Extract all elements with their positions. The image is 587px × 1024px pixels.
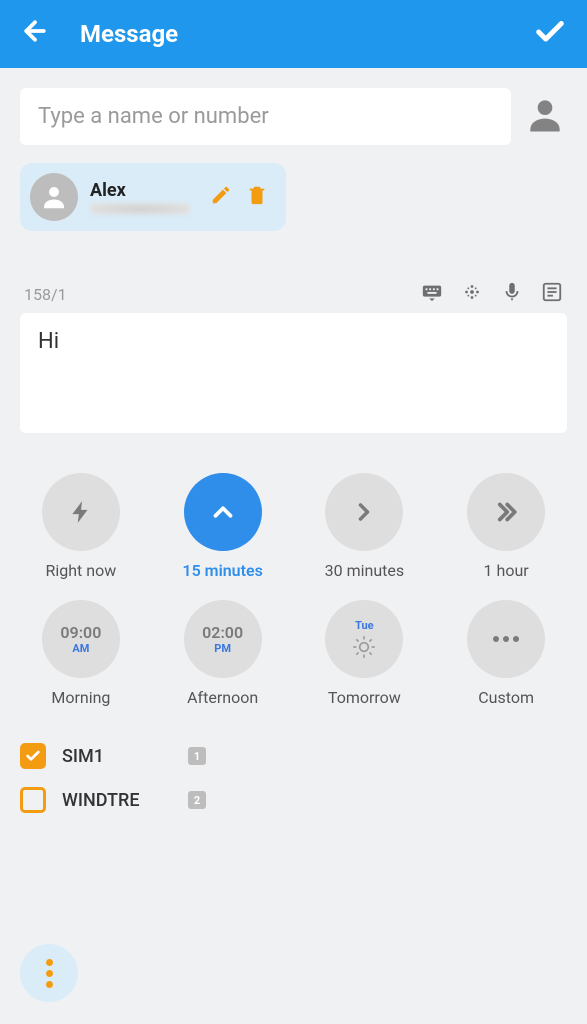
back-icon[interactable] xyxy=(20,16,50,53)
schedule-grid: Right now 15 minutes 30 minutes 1 hour 0… xyxy=(20,473,567,707)
keyboard-icon[interactable] xyxy=(421,281,443,307)
schedule-15-minutes[interactable]: 15 minutes xyxy=(162,473,284,580)
assistant-icon[interactable] xyxy=(461,281,483,307)
sim-badge: 2 xyxy=(188,791,206,809)
mic-icon[interactable] xyxy=(501,281,523,307)
sun-icon xyxy=(351,634,377,660)
more-icon xyxy=(492,635,520,643)
contact-picker-icon[interactable] xyxy=(523,93,567,141)
template-icon[interactable] xyxy=(541,281,563,307)
message-body: Hi xyxy=(38,329,59,354)
schedule-period: AM xyxy=(72,642,89,655)
schedule-label: Morning xyxy=(51,688,110,707)
checkbox-icon[interactable] xyxy=(20,787,46,813)
checkbox-icon[interactable] xyxy=(20,743,46,769)
sim-list: SIM1 1 WINDTRE 2 xyxy=(20,743,567,813)
delete-icon[interactable] xyxy=(246,184,268,210)
contact-name: Alex xyxy=(90,180,190,201)
chevron-up-icon xyxy=(208,497,238,527)
confirm-icon[interactable] xyxy=(533,15,567,53)
schedule-custom[interactable]: Custom xyxy=(445,600,567,707)
sim-badge: 1 xyxy=(188,747,206,765)
schedule-label: 30 minutes xyxy=(325,561,405,580)
double-chevron-right-icon xyxy=(491,497,521,527)
schedule-period: PM xyxy=(214,642,231,655)
chevron-right-icon xyxy=(350,498,378,526)
app-header: Message xyxy=(0,0,587,68)
page-title: Message xyxy=(80,20,533,48)
more-options-button[interactable] xyxy=(20,944,78,1002)
recipient-row xyxy=(20,88,567,145)
schedule-time: 02:00 xyxy=(202,623,243,642)
schedule-morning[interactable]: 09:00 AM Morning xyxy=(20,600,142,707)
recipient-input[interactable] xyxy=(20,88,511,145)
message-input[interactable]: Hi xyxy=(20,313,567,433)
bolt-icon xyxy=(68,499,94,525)
schedule-afternoon[interactable]: 02:00 PM Afternoon xyxy=(162,600,284,707)
message-meta-row: 158/1 xyxy=(20,281,567,313)
schedule-day: Tue xyxy=(355,619,374,632)
schedule-1-hour[interactable]: 1 hour xyxy=(445,473,567,580)
schedule-30-minutes[interactable]: 30 minutes xyxy=(304,473,426,580)
dot-icon xyxy=(46,970,53,977)
contact-number-redacted xyxy=(90,203,190,215)
schedule-tomorrow[interactable]: Tue Tomorrow xyxy=(304,600,426,707)
schedule-time: 09:00 xyxy=(60,623,101,642)
contact-chip: Alex xyxy=(20,163,286,231)
sim-name: SIM1 xyxy=(62,746,172,767)
schedule-label: Custom xyxy=(478,688,534,707)
schedule-label: 15 minutes xyxy=(182,561,262,580)
dot-icon xyxy=(46,981,53,988)
char-counter: 158/1 xyxy=(24,285,67,304)
edit-icon[interactable] xyxy=(210,184,232,210)
sim-row-windtre[interactable]: WINDTRE 2 xyxy=(20,787,567,813)
avatar-icon xyxy=(30,173,78,221)
schedule-label: Right now xyxy=(46,561,117,580)
sim-name: WINDTRE xyxy=(62,790,172,811)
schedule-label: Tomorrow xyxy=(328,688,401,707)
dot-icon xyxy=(46,959,53,966)
schedule-label: Afternoon xyxy=(187,688,258,707)
schedule-right-now[interactable]: Right now xyxy=(20,473,142,580)
schedule-label: 1 hour xyxy=(484,561,529,580)
sim-row-sim1[interactable]: SIM1 1 xyxy=(20,743,567,769)
